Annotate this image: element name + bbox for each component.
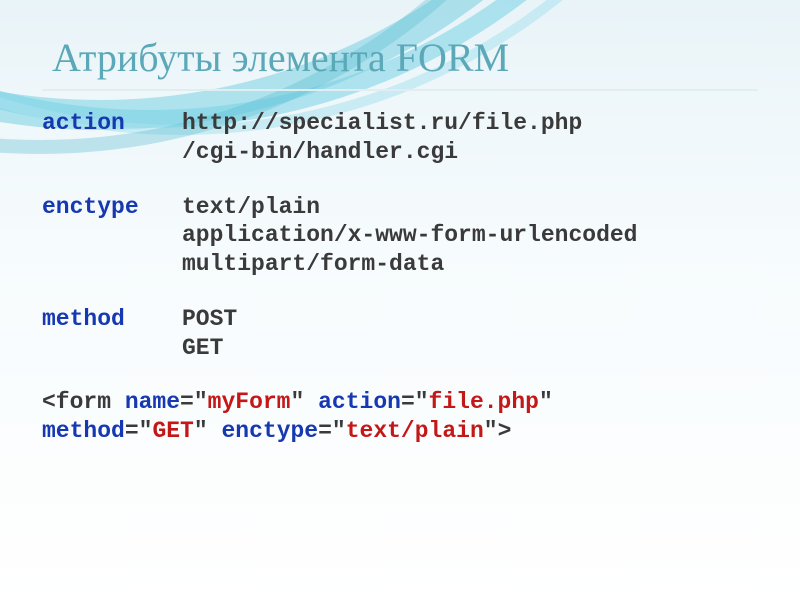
code-attr: action: [318, 389, 401, 415]
code-quote: ": [484, 418, 498, 444]
slide: Атрибуты элемента FORM actionhttp://spec…: [0, 0, 800, 600]
attribute-values: POSTGET: [182, 305, 758, 363]
code-equals: =": [318, 418, 346, 444]
code-tag: <form: [42, 389, 125, 415]
title-underline: [42, 89, 758, 91]
code-attr: name: [125, 389, 180, 415]
code-attr: method: [42, 418, 125, 444]
attribute-values: text/plainapplication/x-www-form-urlenco…: [182, 193, 758, 279]
code-value: myForm: [208, 389, 291, 415]
code-value: text/plain: [346, 418, 484, 444]
code-equals: =": [125, 418, 153, 444]
slide-title: Атрибуты элемента FORM: [52, 34, 758, 81]
code-quote: ": [539, 389, 553, 415]
code-equals: =": [180, 389, 208, 415]
attribute-name: method: [42, 305, 182, 363]
attribute-name: enctype: [42, 193, 182, 279]
attribute-row: methodPOSTGET: [42, 305, 758, 363]
attribute-table: actionhttp://specialist.ru/file.php/cgi-…: [42, 109, 758, 362]
code-value: GET: [152, 418, 193, 444]
code-quote: ": [194, 418, 208, 444]
attribute-name: action: [42, 109, 182, 167]
slide-content: Атрибуты элемента FORM actionhttp://spec…: [0, 0, 800, 446]
code-attr: enctype: [221, 418, 318, 444]
attribute-values: http://specialist.ru/file.php/cgi-bin/ha…: [182, 109, 758, 167]
code-tag-end: >: [498, 418, 512, 444]
code-example: <form name="myForm" action="file.php"met…: [42, 388, 758, 446]
code-quote: ": [290, 389, 304, 415]
attribute-row: enctypetext/plainapplication/x-www-form-…: [42, 193, 758, 279]
attribute-row: actionhttp://specialist.ru/file.php/cgi-…: [42, 109, 758, 167]
code-equals: =": [401, 389, 429, 415]
code-value: file.php: [429, 389, 539, 415]
